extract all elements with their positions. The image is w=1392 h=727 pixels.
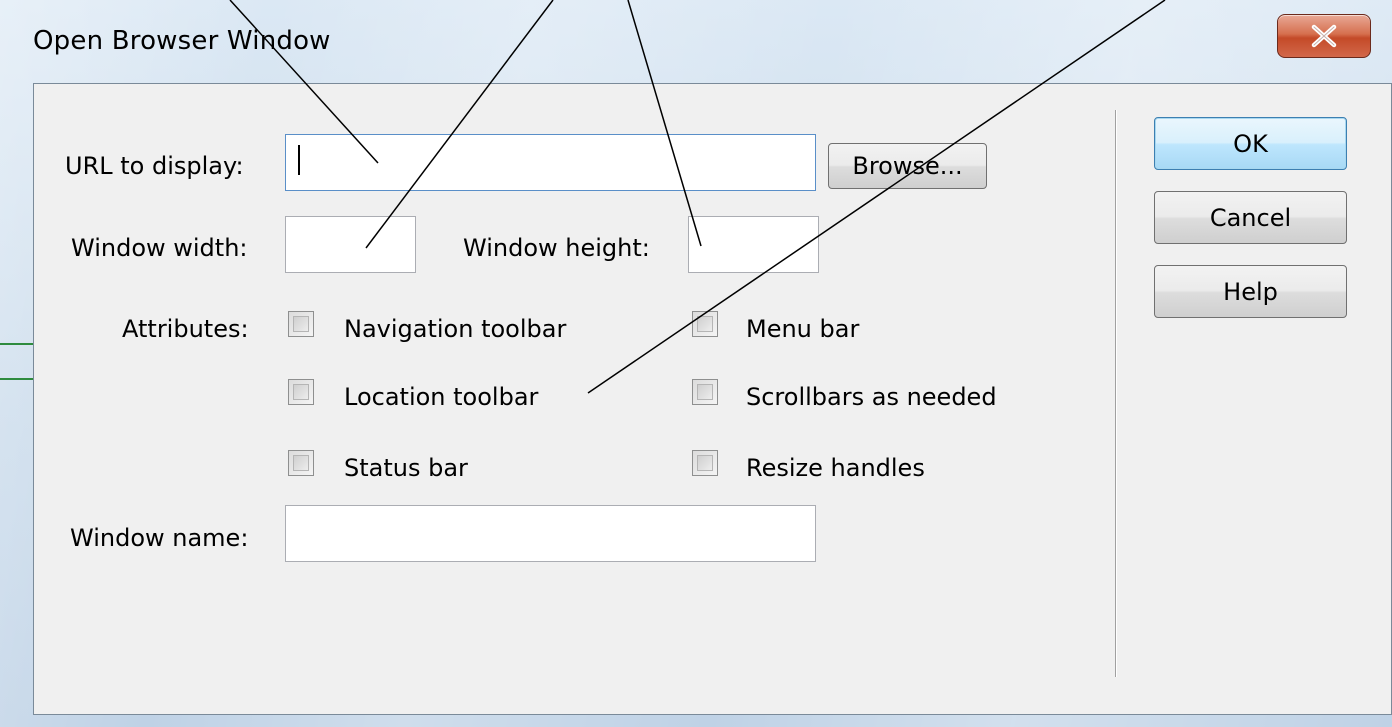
ok-button[interactable]: OK: [1154, 117, 1347, 170]
resize-handles-label[interactable]: Resize handles: [746, 454, 925, 482]
scrollbars-checkbox[interactable]: [692, 379, 718, 405]
close-button[interactable]: [1277, 14, 1371, 58]
attributes-label: Attributes:: [122, 315, 249, 343]
window-width-input[interactable]: [285, 216, 416, 273]
text-caret: [298, 145, 300, 175]
menu-bar-label[interactable]: Menu bar: [746, 315, 859, 343]
resize-handles-checkbox[interactable]: [692, 450, 718, 476]
window-height-label: Window height:: [463, 234, 650, 262]
vertical-separator: [1115, 110, 1116, 677]
status-bar-checkbox[interactable]: [288, 450, 314, 476]
navigation-toolbar-label[interactable]: Navigation toolbar: [344, 315, 566, 343]
window-width-label: Window width:: [71, 234, 248, 262]
navigation-toolbar-checkbox[interactable]: [288, 311, 314, 337]
background-green-line: [0, 343, 33, 345]
location-toolbar-label[interactable]: Location toolbar: [344, 383, 538, 411]
background-green-line: [0, 378, 33, 380]
browse-button[interactable]: Browse...: [828, 143, 987, 189]
window-name-input[interactable]: [285, 505, 816, 562]
url-label: URL to display:: [65, 152, 244, 180]
window-name-label: Window name:: [70, 524, 249, 552]
status-bar-label[interactable]: Status bar: [344, 454, 468, 482]
url-input[interactable]: [285, 134, 816, 191]
location-toolbar-checkbox[interactable]: [288, 379, 314, 405]
help-button[interactable]: Help: [1154, 265, 1347, 318]
scrollbars-label[interactable]: Scrollbars as needed: [746, 383, 997, 411]
close-x-icon: [1311, 24, 1337, 48]
menu-bar-checkbox[interactable]: [692, 311, 718, 337]
cancel-button[interactable]: Cancel: [1154, 191, 1347, 244]
window-height-input[interactable]: [688, 216, 819, 273]
dialog-title: Open Browser Window: [33, 26, 331, 56]
